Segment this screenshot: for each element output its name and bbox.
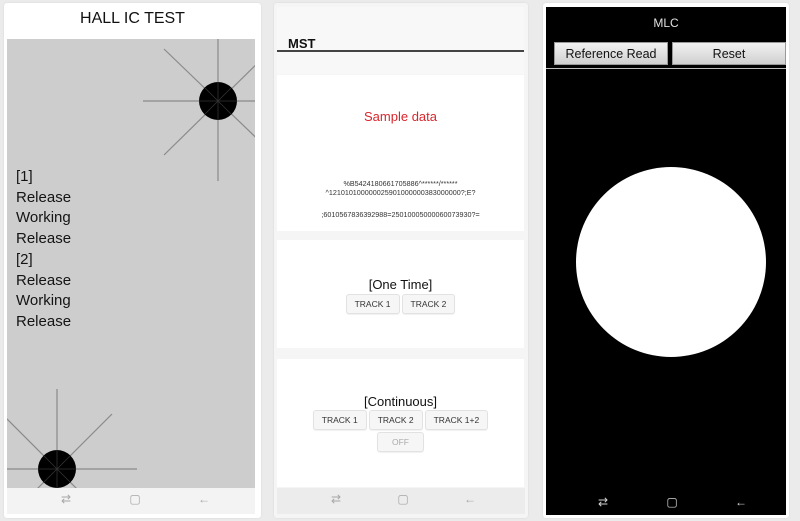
log-line: Working — [16, 209, 71, 227]
continuous-track-2-button[interactable]: TRACK 2 — [368, 410, 423, 430]
header-divider — [277, 50, 524, 52]
one-time-buttons: TRACK 1 TRACK 2 — [277, 294, 524, 314]
system-nav-bar: ⇄ ▢ ← — [7, 488, 255, 514]
recents-icon[interactable]: ⇄ — [59, 492, 73, 506]
sensor-2-indicator — [7, 389, 137, 488]
track-1-data-cont: ^121010100000025901000000383000000?;E? — [325, 188, 476, 197]
mlc-title: MLC — [653, 16, 679, 30]
continuous-buttons: TRACK 1 TRACK 2 TRACK 1+2 — [277, 410, 524, 430]
home-icon[interactable]: ▢ — [396, 492, 410, 506]
continuous-title: [Continuous] — [364, 394, 437, 409]
continuous-off-row: OFF — [277, 432, 524, 452]
log-line: Release — [16, 188, 72, 206]
one-time-track-1-button[interactable]: TRACK 1 — [345, 294, 400, 314]
hall-ic-test-screen: HALL IC TEST [1] Release Working Release… — [4, 3, 261, 518]
track-1-data: %B5424180661705886^******/****** — [343, 179, 458, 188]
log-line: [1] — [16, 168, 33, 185]
continuous-track-1-button[interactable]: TRACK 1 — [312, 410, 367, 430]
continuous-track-1-2-button[interactable]: TRACK 1+2 — [424, 410, 489, 430]
back-icon[interactable]: ← — [197, 492, 211, 506]
sample-data-card: Sample data %B5424180661705886^******/**… — [277, 75, 524, 231]
mst-header: MST — [277, 7, 524, 74]
mst-screen: MST Sample data %B5424180661705886^*****… — [274, 3, 528, 518]
reset-button[interactable]: Reset — [672, 42, 786, 65]
mst-title: MST — [288, 36, 316, 51]
hall-ic-title: HALL IC TEST — [80, 10, 185, 27]
hall-sensor-canvas: [1] Release Working Release [2] Release … — [7, 39, 255, 488]
back-icon[interactable]: ← — [734, 495, 748, 509]
mlc-screen: MLC Reference Read Reset ⇄ ▢ ← — [543, 3, 789, 518]
mlc-display: MLC Reference Read Reset ⇄ ▢ ← — [546, 7, 786, 515]
recents-icon[interactable]: ⇄ — [329, 492, 343, 506]
log-line: [2] — [16, 250, 33, 268]
mlc-sensor-circle — [576, 167, 766, 357]
one-time-title: [One Time] — [368, 277, 433, 292]
reference-read-button[interactable]: Reference Read — [554, 42, 668, 65]
one-time-track-2-button[interactable]: TRACK 2 — [401, 294, 456, 314]
one-time-card: [One Time] TRACK 1 TRACK 2 — [277, 240, 524, 348]
mlc-divider — [546, 68, 786, 69]
continuous-card: [Continuous] TRACK 1 TRACK 2 TRACK 1+2 O… — [277, 359, 524, 487]
hall-status-log: [1] Release Working Release [2] Release … — [16, 167, 71, 333]
home-icon[interactable]: ▢ — [665, 495, 679, 509]
track-2-data: ;6010567836392988=25010005000060073930?= — [321, 210, 480, 219]
continuous-off-button[interactable]: OFF — [377, 432, 424, 452]
home-icon[interactable]: ▢ — [128, 492, 142, 506]
log-line: Release — [16, 271, 72, 289]
sensor-1-indicator — [143, 39, 255, 181]
system-nav-bar: ⇄ ▢ ← — [277, 488, 525, 514]
log-line: Working — [16, 292, 71, 310]
recents-icon[interactable]: ⇄ — [596, 495, 610, 509]
log-line: Release — [16, 230, 72, 248]
log-line: Release — [16, 312, 72, 330]
back-icon[interactable]: ← — [463, 492, 477, 506]
sample-data-label: Sample data — [364, 109, 437, 124]
